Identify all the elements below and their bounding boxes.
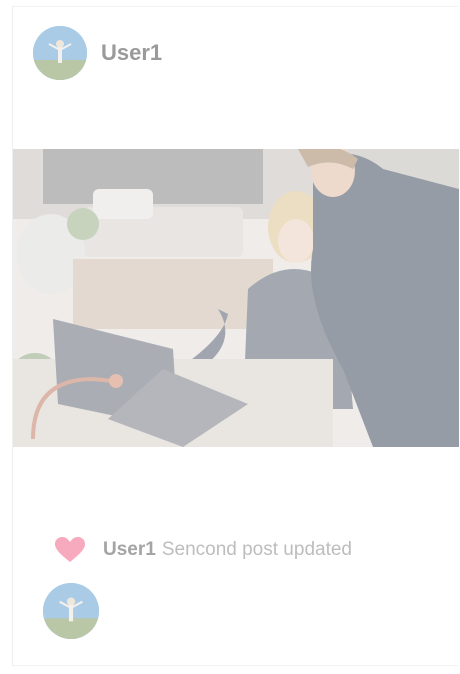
heart-icon[interactable] bbox=[55, 537, 85, 563]
caption-text: Sencond post updated bbox=[161, 539, 352, 560]
post-image bbox=[13, 149, 459, 447]
comment-avatar[interactable] bbox=[43, 583, 99, 639]
author-avatar[interactable] bbox=[33, 26, 87, 80]
post-header: User1 bbox=[33, 25, 162, 81]
caption-username[interactable]: User1 bbox=[103, 539, 156, 560]
post-actions: User1 Sencond post updated bbox=[55, 535, 352, 565]
post-caption: User1 Sencond post updated bbox=[103, 539, 352, 561]
post-card: User1 User1 Sencond post updated bbox=[12, 6, 459, 666]
author-username[interactable]: User1 bbox=[101, 40, 162, 66]
